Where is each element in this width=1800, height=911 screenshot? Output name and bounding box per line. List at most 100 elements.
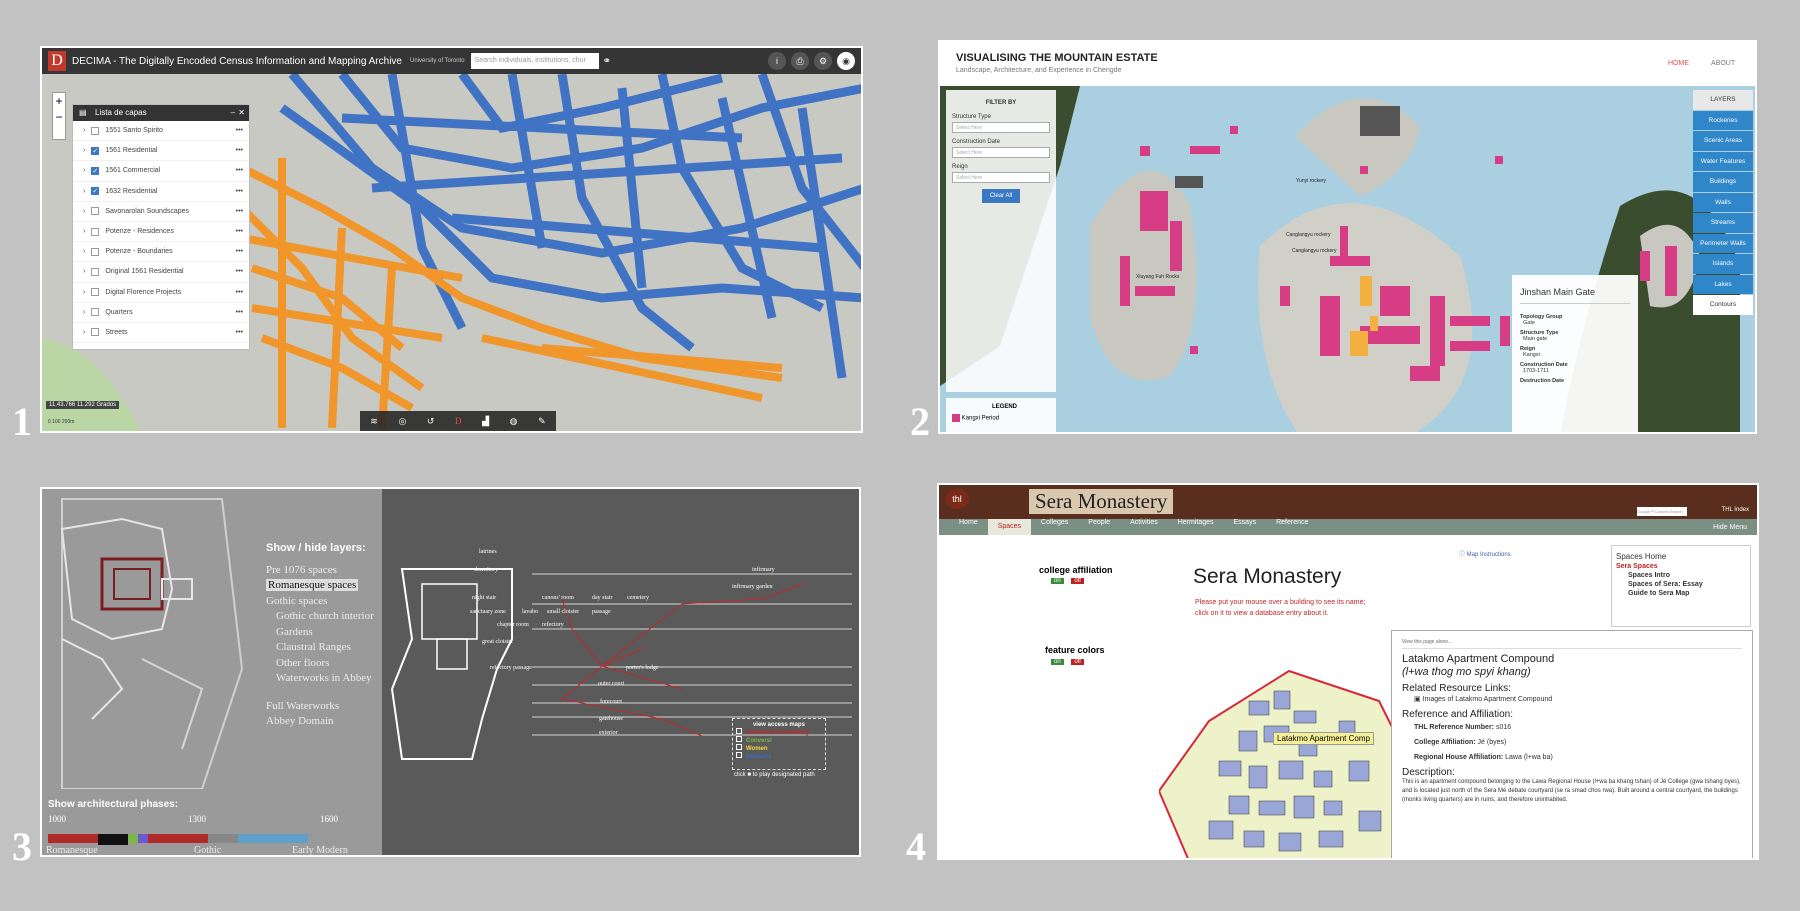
sidebar-link[interactable]: Spaces Home <box>1616 552 1746 561</box>
decima-tool-icon[interactable]: D <box>455 416 462 426</box>
menu-item[interactable]: Hermitages <box>1168 519 1224 535</box>
layer-toggle-button[interactable]: Water Features <box>1693 151 1753 171</box>
layer-checkbox[interactable] <box>91 247 100 256</box>
feature-on-button[interactable]: on <box>1051 659 1064 665</box>
view-map-option[interactable]: Conversi <box>736 736 822 744</box>
more-options-icon[interactable]: ••• <box>236 248 243 255</box>
info-icon[interactable]: i <box>768 52 786 70</box>
layer-toggle-button[interactable]: Buildings <box>1693 172 1753 192</box>
more-options-icon[interactable]: ••• <box>236 167 243 174</box>
menu-item[interactable]: People <box>1078 519 1120 535</box>
layer-row[interactable]: › ✓ 1561 Residential ••• <box>73 141 249 162</box>
zoom-out-button[interactable]: − <box>53 109 65 125</box>
view-map-checkbox[interactable] <box>736 736 742 742</box>
layer-checkbox[interactable]: ✓ <box>91 146 100 155</box>
layer-toggle-button[interactable]: Walls <box>1693 192 1753 212</box>
expand-arrow-icon[interactable]: › <box>83 248 85 255</box>
more-options-icon[interactable]: ••• <box>236 188 243 195</box>
menu-item[interactable]: Reference <box>1266 519 1318 535</box>
layer-row[interactable]: › Quarters ••• <box>73 303 249 323</box>
college-toggle[interactable]: on off <box>1051 578 1084 584</box>
zoom-in-button[interactable]: + <box>53 93 65 109</box>
layer-checkbox[interactable] <box>91 207 100 216</box>
eye-icon[interactable]: ◉ <box>837 52 855 70</box>
history-tool-icon[interactable]: ↺ <box>427 416 435 427</box>
abbey-extra-layer[interactable]: Abbey Domain <box>266 714 374 730</box>
layer-checkbox[interactable] <box>91 308 100 317</box>
filter-select[interactable]: Select Here <box>952 172 1050 183</box>
more-options-icon[interactable]: ••• <box>236 309 243 316</box>
expand-arrow-icon[interactable]: › <box>83 188 85 195</box>
palette-tool-icon[interactable]: ◍ <box>510 416 518 427</box>
more-options-icon[interactable]: ••• <box>236 147 243 154</box>
compass-tool-icon[interactable]: ◎ <box>398 416 406 427</box>
map-instructions-link[interactable]: ⓘ Map Instructions <box>1459 549 1511 558</box>
menu-item[interactable]: Essays <box>1224 519 1267 535</box>
layer-row[interactable]: › Digital Florence Projects ••• <box>73 283 249 303</box>
layer-row[interactable]: › ✓ 1561 Commercial ••• <box>73 161 249 182</box>
layer-toggle-button[interactable]: Streams <box>1693 213 1753 233</box>
sidebar-link[interactable]: Guide to Sera Map <box>1616 590 1746 597</box>
college-off-button[interactable]: off <box>1071 578 1084 584</box>
chart-tool-icon[interactable]: ▟ <box>482 416 489 427</box>
layer-checkbox[interactable] <box>91 126 100 135</box>
menu-item[interactable]: Home <box>949 519 988 535</box>
abbey-layer-toggle[interactable]: Claustral Ranges <box>266 640 374 656</box>
college-on-button[interactable]: on <box>1051 578 1064 584</box>
abbey-layer-toggle[interactable]: Waterworks in Abbey <box>266 671 374 687</box>
print-icon[interactable]: ⎙ <box>791 52 809 70</box>
view-map-checkbox[interactable] <box>736 744 742 750</box>
menu-item[interactable]: Spaces <box>987 519 1032 535</box>
layer-row[interactable]: › Savonarolan Soundscapes ••• <box>73 202 249 222</box>
nav-about[interactable]: ABOUT <box>1711 60 1735 67</box>
sidebar-link[interactable]: Spaces Intro <box>1616 572 1746 579</box>
menu-item[interactable]: Colleges <box>1031 519 1078 535</box>
layer-toggle-button[interactable]: Contours <box>1693 295 1753 315</box>
nav-home[interactable]: HOME <box>1668 60 1689 67</box>
feature-color-toggle[interactable]: on off <box>1051 659 1084 665</box>
menu-item[interactable]: Activities <box>1120 519 1168 535</box>
layer-toggle-button[interactable]: Scenic Areas <box>1693 131 1753 151</box>
expand-arrow-icon[interactable]: › <box>83 167 85 174</box>
tools-icon[interactable]: ⚙ <box>814 52 832 70</box>
view-page-alone-link[interactable]: View this page alone... <box>1402 637 1742 649</box>
google-search-input[interactable]: Google™ Custom Search <box>1637 507 1687 516</box>
zoom-control[interactable]: + − <box>52 92 66 140</box>
expand-arrow-icon[interactable]: › <box>83 208 85 215</box>
layer-checkbox[interactable] <box>91 288 100 297</box>
phase-timeline[interactable] <box>48 831 378 845</box>
more-options-icon[interactable]: ••• <box>236 268 243 275</box>
layer-row[interactable]: › Potenze - Residences ••• <box>73 222 249 243</box>
close-icon[interactable]: ✕ <box>238 105 245 121</box>
access-map[interactable] <box>382 489 861 857</box>
expand-arrow-icon[interactable]: › <box>83 309 85 316</box>
layer-toggle-button[interactable]: Islands <box>1693 254 1753 274</box>
layers-tool-icon[interactable]: ≋ <box>370 416 378 427</box>
view-map-checkbox[interactable] <box>736 752 742 758</box>
layer-checkbox[interactable] <box>91 328 100 337</box>
filter-select[interactable]: Select Here <box>952 122 1050 133</box>
layer-row[interactable]: › Potenze - Boundaries ••• <box>73 242 249 263</box>
view-map-option[interactable]: Servants <box>736 752 822 760</box>
more-options-icon[interactable]: ••• <box>236 329 243 336</box>
layer-checkbox[interactable]: ✓ <box>91 187 100 196</box>
layer-toggle-button[interactable]: Perimeter Walls <box>1693 233 1753 253</box>
sidebar-link[interactable]: Sera Spaces <box>1616 563 1746 570</box>
layer-row[interactable]: › 1551 Santo Spirito ••• <box>73 121 249 142</box>
expand-arrow-icon[interactable]: › <box>83 329 85 336</box>
link-icon[interactable]: ⚭ <box>603 56 611 67</box>
feature-off-button[interactable]: off <box>1071 659 1084 665</box>
layer-toggle-button[interactable]: Lakes <box>1693 274 1753 294</box>
filter-select[interactable]: Select Here <box>952 147 1050 158</box>
more-options-icon[interactable]: ••• <box>236 127 243 134</box>
layer-checkbox[interactable] <box>91 267 100 276</box>
abbey-layer-toggle[interactable]: Romanesque spaces <box>266 578 374 594</box>
search-input[interactable]: Search individuals, institutions, chur <box>470 53 599 69</box>
expand-arrow-icon[interactable]: › <box>83 147 85 154</box>
related-link[interactable]: ▣ Images of Latakmo Apartment Compound <box>1402 694 1742 705</box>
thl-index-link[interactable]: THL Index <box>1722 507 1749 513</box>
more-options-icon[interactable]: ••• <box>236 208 243 215</box>
layer-checkbox[interactable]: ✓ <box>91 166 100 175</box>
clear-all-button[interactable]: Clear All <box>982 189 1020 203</box>
minimize-icon[interactable]: – <box>231 105 235 121</box>
